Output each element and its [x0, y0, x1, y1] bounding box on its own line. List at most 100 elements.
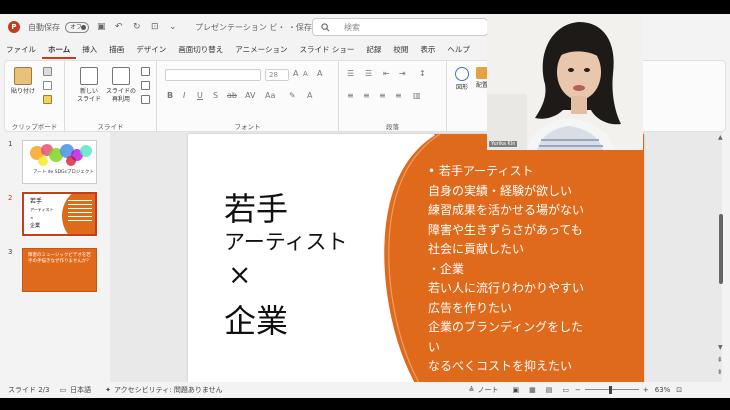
layout-icon[interactable]: [141, 67, 150, 76]
slide-thumbnail-1[interactable]: アート de SDGsプロジェクト: [22, 140, 97, 184]
scrollbar-thumb[interactable]: [719, 214, 723, 284]
spellcheck-icon[interactable]: ▭: [60, 386, 67, 394]
bullet-line: 広告を作りたい: [428, 300, 513, 315]
tab-view[interactable]: 表示: [414, 40, 441, 60]
tab-insert[interactable]: 挿入: [76, 40, 103, 60]
justify-icon[interactable]: ≡: [395, 91, 402, 100]
thumbnail-2-line3: ×: [30, 215, 34, 220]
autosave-toggle[interactable]: オフ: [65, 21, 89, 33]
font-color-icon[interactable]: A: [307, 91, 312, 100]
search-box[interactable]: 検索: [312, 18, 488, 36]
accessibility-status[interactable]: アクセシビリティ: 問題ありません: [114, 385, 223, 395]
clipboard-group: 貼り付け クリップボード: [5, 61, 65, 133]
cut-icon[interactable]: [43, 67, 52, 76]
language-indicator[interactable]: 日本語: [70, 385, 91, 395]
save-icon[interactable]: ▣: [97, 22, 107, 32]
next-slide-icon[interactable]: ⇟: [717, 368, 723, 376]
decrease-indent-icon[interactable]: ⇤: [383, 69, 390, 78]
redo-icon[interactable]: ↻: [133, 22, 143, 32]
reading-view-icon[interactable]: ▤: [546, 386, 553, 394]
slide-thumbnail-pane: 1 アート de SDGsプロジェクト 2 若手 アーティスト × 企業 3 障…: [0, 132, 108, 382]
tab-design[interactable]: デザイン: [130, 40, 172, 60]
strikethrough-icon[interactable]: ab: [227, 91, 237, 100]
slideshow-view-icon[interactable]: ▭: [562, 386, 569, 394]
zoom-in-icon[interactable]: +: [643, 386, 649, 394]
bullet-line: 自身の実績・経験が欲しい: [428, 183, 573, 198]
columns-icon[interactable]: ▥: [413, 91, 421, 100]
slide-sorter-icon[interactable]: ▦: [529, 386, 536, 394]
slide-title-line1: 若手: [224, 190, 289, 228]
format-painter-icon[interactable]: [43, 95, 52, 104]
slideshow-from-start-icon[interactable]: ⊡: [151, 22, 161, 32]
tab-file[interactable]: ファイル: [0, 40, 42, 60]
increase-indent-icon[interactable]: ⇥: [399, 69, 406, 78]
slide-thumbnail-3[interactable]: 障害のミュージックビデオを若手の手描きなぜ作りませんか？: [22, 248, 97, 292]
font-name-box[interactable]: [165, 69, 261, 81]
slide-thumbnail-2[interactable]: 若手 アーティスト × 企業: [21, 191, 98, 237]
shrink-font-icon[interactable]: A: [303, 70, 308, 78]
slide-title-line4: 企業: [224, 302, 289, 340]
vertical-scrollbar[interactable]: ▲ ▼ ⇞ ⇟: [714, 132, 728, 382]
bullets-icon[interactable]: ☰: [347, 69, 354, 78]
tab-slideshow[interactable]: スライド ショー: [293, 40, 360, 60]
highlight-icon[interactable]: ✎: [289, 91, 296, 100]
fit-slide-icon[interactable]: ⊡: [676, 386, 682, 394]
tab-animations[interactable]: アニメーション: [229, 40, 293, 60]
search-icon: [321, 22, 330, 31]
notes-icon[interactable]: ≜: [469, 386, 475, 394]
tab-record[interactable]: 記録: [360, 40, 387, 60]
previous-slide-icon[interactable]: ⇞: [717, 356, 723, 364]
align-center-icon[interactable]: ≡: [363, 91, 370, 100]
reuse-slides-button[interactable]: スライドの 再利用: [105, 67, 137, 104]
undo-icon[interactable]: ↶: [115, 22, 125, 32]
tab-review[interactable]: 校閲: [387, 40, 414, 60]
notes-button[interactable]: ノート: [477, 385, 498, 395]
tab-help[interactable]: ヘルプ: [441, 40, 476, 60]
thumbnail-2-line1: 若手: [30, 198, 43, 205]
new-slide-label-1: 新しい: [79, 88, 98, 95]
paste-button[interactable]: 貼り付け: [9, 67, 37, 96]
current-slide[interactable]: 若手 アーティスト × 企業 • 若手アーティスト 自身の実績・経験が欲しい 練…: [188, 134, 644, 392]
bold-icon[interactable]: B: [167, 91, 173, 100]
font-size-box[interactable]: 28: [265, 69, 289, 81]
thumbnail-1-art: [30, 144, 92, 166]
bullet-line: • 若手アーティスト: [428, 164, 534, 178]
zoom-out-icon[interactable]: −: [575, 386, 581, 394]
thumbnail-2-line2: アーティスト: [30, 207, 54, 212]
shapes-button[interactable]: 図形: [451, 67, 473, 92]
clear-format-icon[interactable]: A: [317, 69, 322, 78]
bullet-line: 若い人に流行りわかりやすい: [428, 281, 585, 295]
paragraph-group-label: 段落: [386, 123, 399, 131]
scroll-down-icon[interactable]: ▼: [718, 344, 723, 351]
tab-home[interactable]: ホーム: [42, 41, 77, 59]
slides-group: 新しい スライド スライドの 再利用 スライド: [65, 61, 157, 133]
align-right-icon[interactable]: ≡: [379, 91, 386, 100]
copy-icon[interactable]: [43, 81, 52, 90]
scroll-up-icon[interactable]: ▲: [718, 134, 723, 141]
participant-name-tag: Yurika Kin: [489, 141, 518, 147]
line-spacing-icon[interactable]: ↕: [419, 69, 426, 78]
tab-transitions[interactable]: 画面切り替え: [172, 40, 229, 60]
normal-view-icon[interactable]: ▣: [512, 386, 519, 394]
case-icon[interactable]: Aa: [265, 91, 275, 100]
grow-font-icon[interactable]: A: [293, 69, 298, 78]
customize-toolbar-icon[interactable]: ⌄: [169, 22, 179, 32]
zoom-slider[interactable]: [584, 385, 639, 395]
reuse-slides-label-1: スライドの: [105, 88, 136, 95]
numbering-icon[interactable]: ☰: [365, 69, 372, 78]
bullet-line: い: [428, 339, 441, 354]
section-icon[interactable]: [141, 95, 150, 104]
shadow-icon[interactable]: S: [213, 91, 218, 100]
spacing-icon[interactable]: AV: [245, 91, 255, 100]
italic-icon[interactable]: I: [183, 91, 185, 100]
underline-icon[interactable]: U: [197, 91, 203, 100]
tab-draw[interactable]: 描画: [103, 40, 130, 60]
zoom-level[interactable]: 63%: [655, 386, 671, 394]
new-slide-button[interactable]: 新しい スライド: [73, 67, 105, 104]
thumbnail-2-lines: [68, 200, 92, 221]
slide-title-line3: ×: [228, 258, 252, 291]
zoom-slider-thumb[interactable]: [608, 386, 612, 394]
accessibility-icon[interactable]: ✦: [105, 386, 111, 394]
reset-icon[interactable]: [141, 81, 150, 90]
align-left-icon[interactable]: ≡: [347, 91, 354, 100]
